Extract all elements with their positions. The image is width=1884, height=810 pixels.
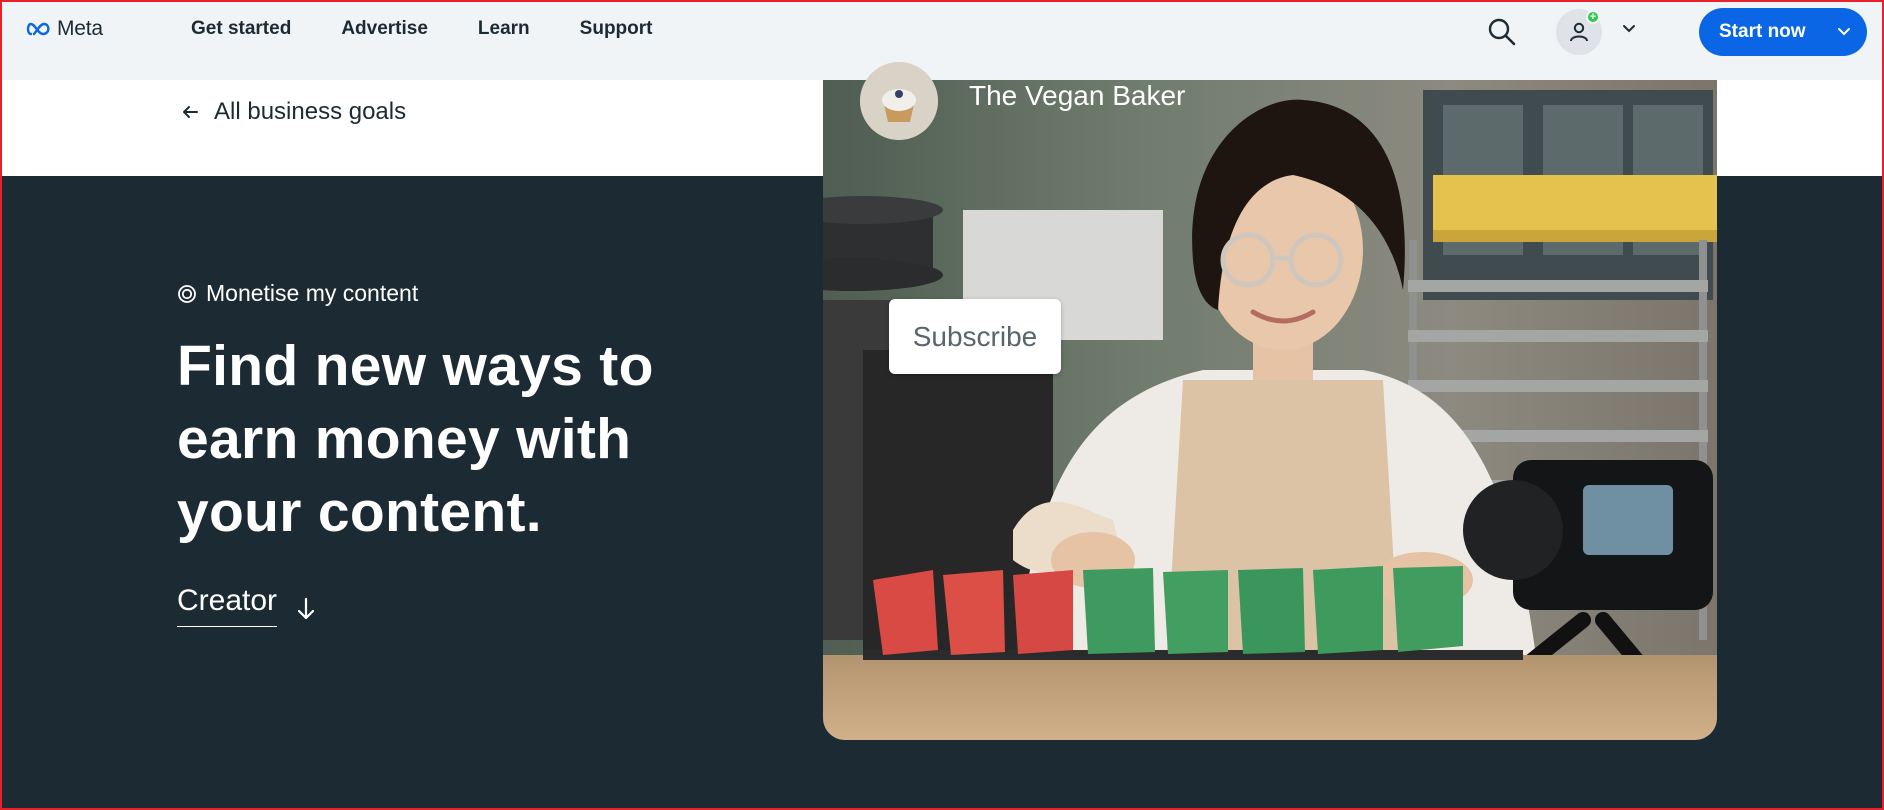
person-icon: [1570, 22, 1588, 42]
arrow-down-icon: [297, 597, 315, 620]
creator-link-label: Creator: [177, 584, 278, 627]
goal-tag: Monetise my content: [177, 280, 418, 307]
hero-image: [823, 80, 1717, 740]
nav-link-advertise[interactable]: Advertise: [341, 18, 428, 40]
nav-link-get-started[interactable]: Get started: [191, 18, 291, 40]
arrow-left-icon: [183, 106, 198, 118]
subscribe-label: Subscribe: [912, 320, 1038, 352]
search-button[interactable]: [1486, 16, 1518, 48]
target-icon: [178, 284, 196, 303]
back-to-goals-link[interactable]: All business goals: [180, 98, 406, 126]
profile-name: The Vegan Baker: [969, 80, 1186, 111]
back-link-label: All business goals: [214, 98, 407, 125]
start-now-label: Start now: [1719, 21, 1806, 42]
goal-tag-label: Monetise my content: [206, 280, 419, 306]
top-nav: Meta Get started Advertise Learn Support…: [0, 0, 1884, 80]
account-button[interactable]: +: [1556, 9, 1602, 55]
page-title: Find new ways to earn money with your co…: [177, 334, 654, 544]
subscribe-button[interactable]: Subscribe: [889, 299, 1061, 374]
notification-badge: +: [1586, 10, 1600, 24]
chevron-down-icon[interactable]: [1835, 23, 1853, 41]
bakery-photo-illustration: [823, 80, 1717, 740]
meta-logo[interactable]: Meta: [26, 17, 103, 41]
logo-text: Meta: [57, 17, 103, 40]
nav-links: Get started Advertise Learn Support: [191, 18, 653, 40]
nav-link-learn[interactable]: Learn: [478, 18, 530, 40]
cupcake-icon: [860, 62, 938, 140]
profile-avatar: [860, 62, 938, 140]
start-now-button[interactable]: Start now: [1699, 8, 1867, 56]
chevron-down-icon[interactable]: [1620, 20, 1638, 38]
creator-link[interactable]: Creator: [177, 584, 317, 627]
search-icon: [1488, 18, 1516, 46]
meta-infinity-icon: [26, 22, 50, 36]
nav-link-support[interactable]: Support: [580, 18, 653, 40]
